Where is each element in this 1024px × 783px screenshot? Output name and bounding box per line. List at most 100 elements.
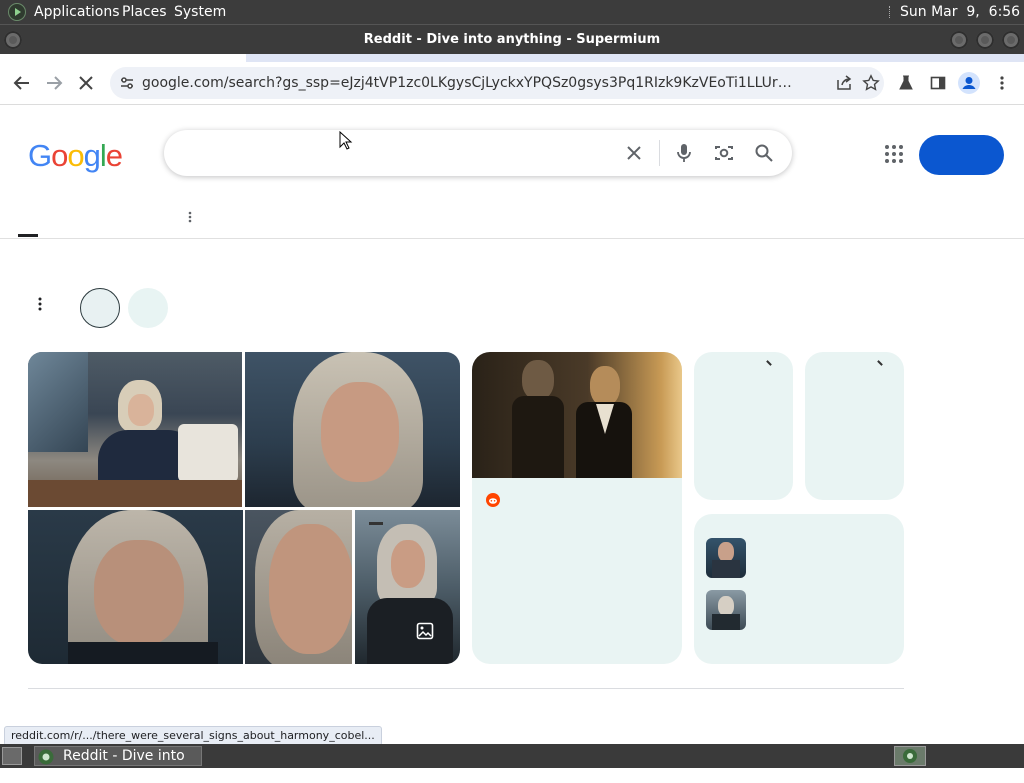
loading-result-card[interactable] [805, 352, 904, 500]
filter-chip-loading[interactable] [128, 288, 168, 328]
related-results-card[interactable] [694, 514, 904, 664]
apps-button[interactable] [882, 142, 906, 166]
filter-chip-loading[interactable] [80, 288, 120, 328]
coat-shape [367, 598, 453, 664]
face-shape [269, 524, 352, 654]
voice-search-button[interactable] [664, 130, 704, 176]
window-titlebar: Reddit - Dive into anything - Supermium [0, 24, 1024, 54]
reddit-result-card[interactable] [472, 352, 682, 664]
face-shape [718, 542, 734, 562]
kebab-icon [38, 297, 42, 311]
link-status-bubble: reddit.com/r/.../there_were_several_sign… [4, 726, 382, 746]
desk-shape [28, 480, 242, 507]
body-shape [712, 614, 740, 630]
address-bar[interactable]: google.com/search?gs_ssp=eJzj4tVP1zc0LKg… [110, 67, 884, 99]
close-icon [79, 76, 93, 90]
search-box[interactable] [164, 130, 792, 176]
image-icon [416, 622, 434, 640]
close-window-button[interactable] [1002, 31, 1020, 49]
star-icon[interactable] [862, 74, 880, 92]
google-logo[interactable]: Google [28, 138, 123, 174]
os-top-panel: Applications Places System Sun Mar 9, 6:… [0, 0, 1024, 24]
search-input[interactable] [184, 138, 618, 170]
face-shape [128, 394, 154, 426]
face-shape [94, 540, 184, 646]
search-button[interactable] [744, 130, 784, 176]
minimize-button[interactable] [950, 31, 968, 49]
image-result-closeup-face[interactable] [245, 352, 460, 507]
clock[interactable]: Sun Mar 9, 6:56 PM [900, 0, 1024, 24]
hair-shape [718, 596, 734, 616]
browser-menu-button[interactable] [988, 69, 1016, 97]
camera-icon [715, 146, 733, 160]
figure-head-shape [590, 366, 620, 406]
url-text[interactable]: google.com/search?gs_ssp=eJzj4tVP1zc0LKg… [142, 67, 802, 99]
face-shape [321, 382, 399, 482]
os-taskbar: Reddit - Dive into an... [0, 744, 1024, 782]
search-divider [659, 140, 660, 166]
stop-button[interactable] [72, 69, 100, 97]
taskbar-window-label: Reddit - Dive into an... [63, 748, 185, 782]
applications-menu[interactable]: Applications [34, 0, 120, 24]
window-title: Reddit - Dive into anything - Supermium [363, 32, 661, 47]
close-icon [627, 146, 641, 160]
share-icon[interactable] [836, 75, 852, 91]
arrow-left-icon [13, 76, 29, 90]
flask-icon [899, 75, 913, 90]
arrow-right-icon [47, 76, 63, 90]
sign-in-button[interactable] [919, 135, 1004, 175]
browser-app-icon [38, 749, 54, 765]
image-result-office-scene[interactable] [28, 352, 242, 507]
filter-menu-button[interactable] [38, 296, 50, 318]
related-thumbnail[interactable] [706, 538, 746, 578]
loading-result-card[interactable] [694, 352, 793, 500]
lens-search-button[interactable] [704, 130, 744, 176]
image-result-portrait-dark[interactable] [28, 510, 243, 664]
active-tab[interactable] [0, 54, 246, 62]
places-menu[interactable]: Places [122, 0, 167, 24]
show-desktop-icon[interactable] [2, 747, 22, 765]
side-panel-button[interactable] [924, 69, 952, 97]
reddit-icon [486, 493, 500, 507]
system-menu[interactable]: System [174, 0, 226, 24]
browser-app-icon [903, 749, 917, 763]
forward-button[interactable] [40, 69, 68, 97]
figure-body-shape [512, 396, 564, 478]
more-tabs-button[interactable] [188, 208, 196, 226]
search-tabs-divider [0, 238, 1024, 239]
apps-grid-icon [885, 145, 903, 163]
clear-search-button[interactable] [614, 130, 654, 176]
os-logo-icon[interactable] [8, 3, 26, 21]
body-shape [712, 560, 740, 578]
loading-mark [877, 360, 883, 366]
image-result-face-closeup[interactable] [245, 510, 352, 664]
face-shape [391, 540, 425, 588]
loading-mark [766, 360, 772, 366]
coat-shape [68, 642, 218, 664]
active-search-tab-indicator [18, 234, 38, 237]
maximize-button[interactable] [976, 31, 994, 49]
labs-button[interactable] [892, 69, 920, 97]
profile-button[interactable] [955, 69, 983, 97]
kebab-icon [188, 211, 192, 223]
dash-mark [369, 522, 383, 525]
taskbar-window-item[interactable]: Reddit - Dive into an... [34, 746, 202, 782]
back-button[interactable] [8, 69, 36, 97]
kebab-icon [1000, 76, 1004, 90]
image-result-coat-scene[interactable] [355, 510, 460, 664]
search-icon [755, 144, 773, 162]
results-divider [28, 688, 904, 689]
profile-icon [958, 72, 980, 94]
mouse-cursor-icon [339, 131, 353, 150]
panel-separator [889, 6, 892, 18]
related-thumbnail[interactable] [706, 590, 746, 630]
browser-toolbar: google.com/search?gs_ssp=eJzj4tVP1zc0LKg… [0, 62, 1024, 105]
mic-icon [677, 144, 691, 162]
window-menu-button[interactable] [4, 31, 22, 49]
figure-head-shape [522, 360, 554, 400]
workspace-switcher[interactable] [894, 746, 926, 766]
reddit-result-image[interactable] [472, 352, 682, 478]
tab-strip [0, 54, 1024, 62]
tune-icon[interactable] [120, 76, 134, 90]
sidebar-icon [930, 76, 946, 90]
